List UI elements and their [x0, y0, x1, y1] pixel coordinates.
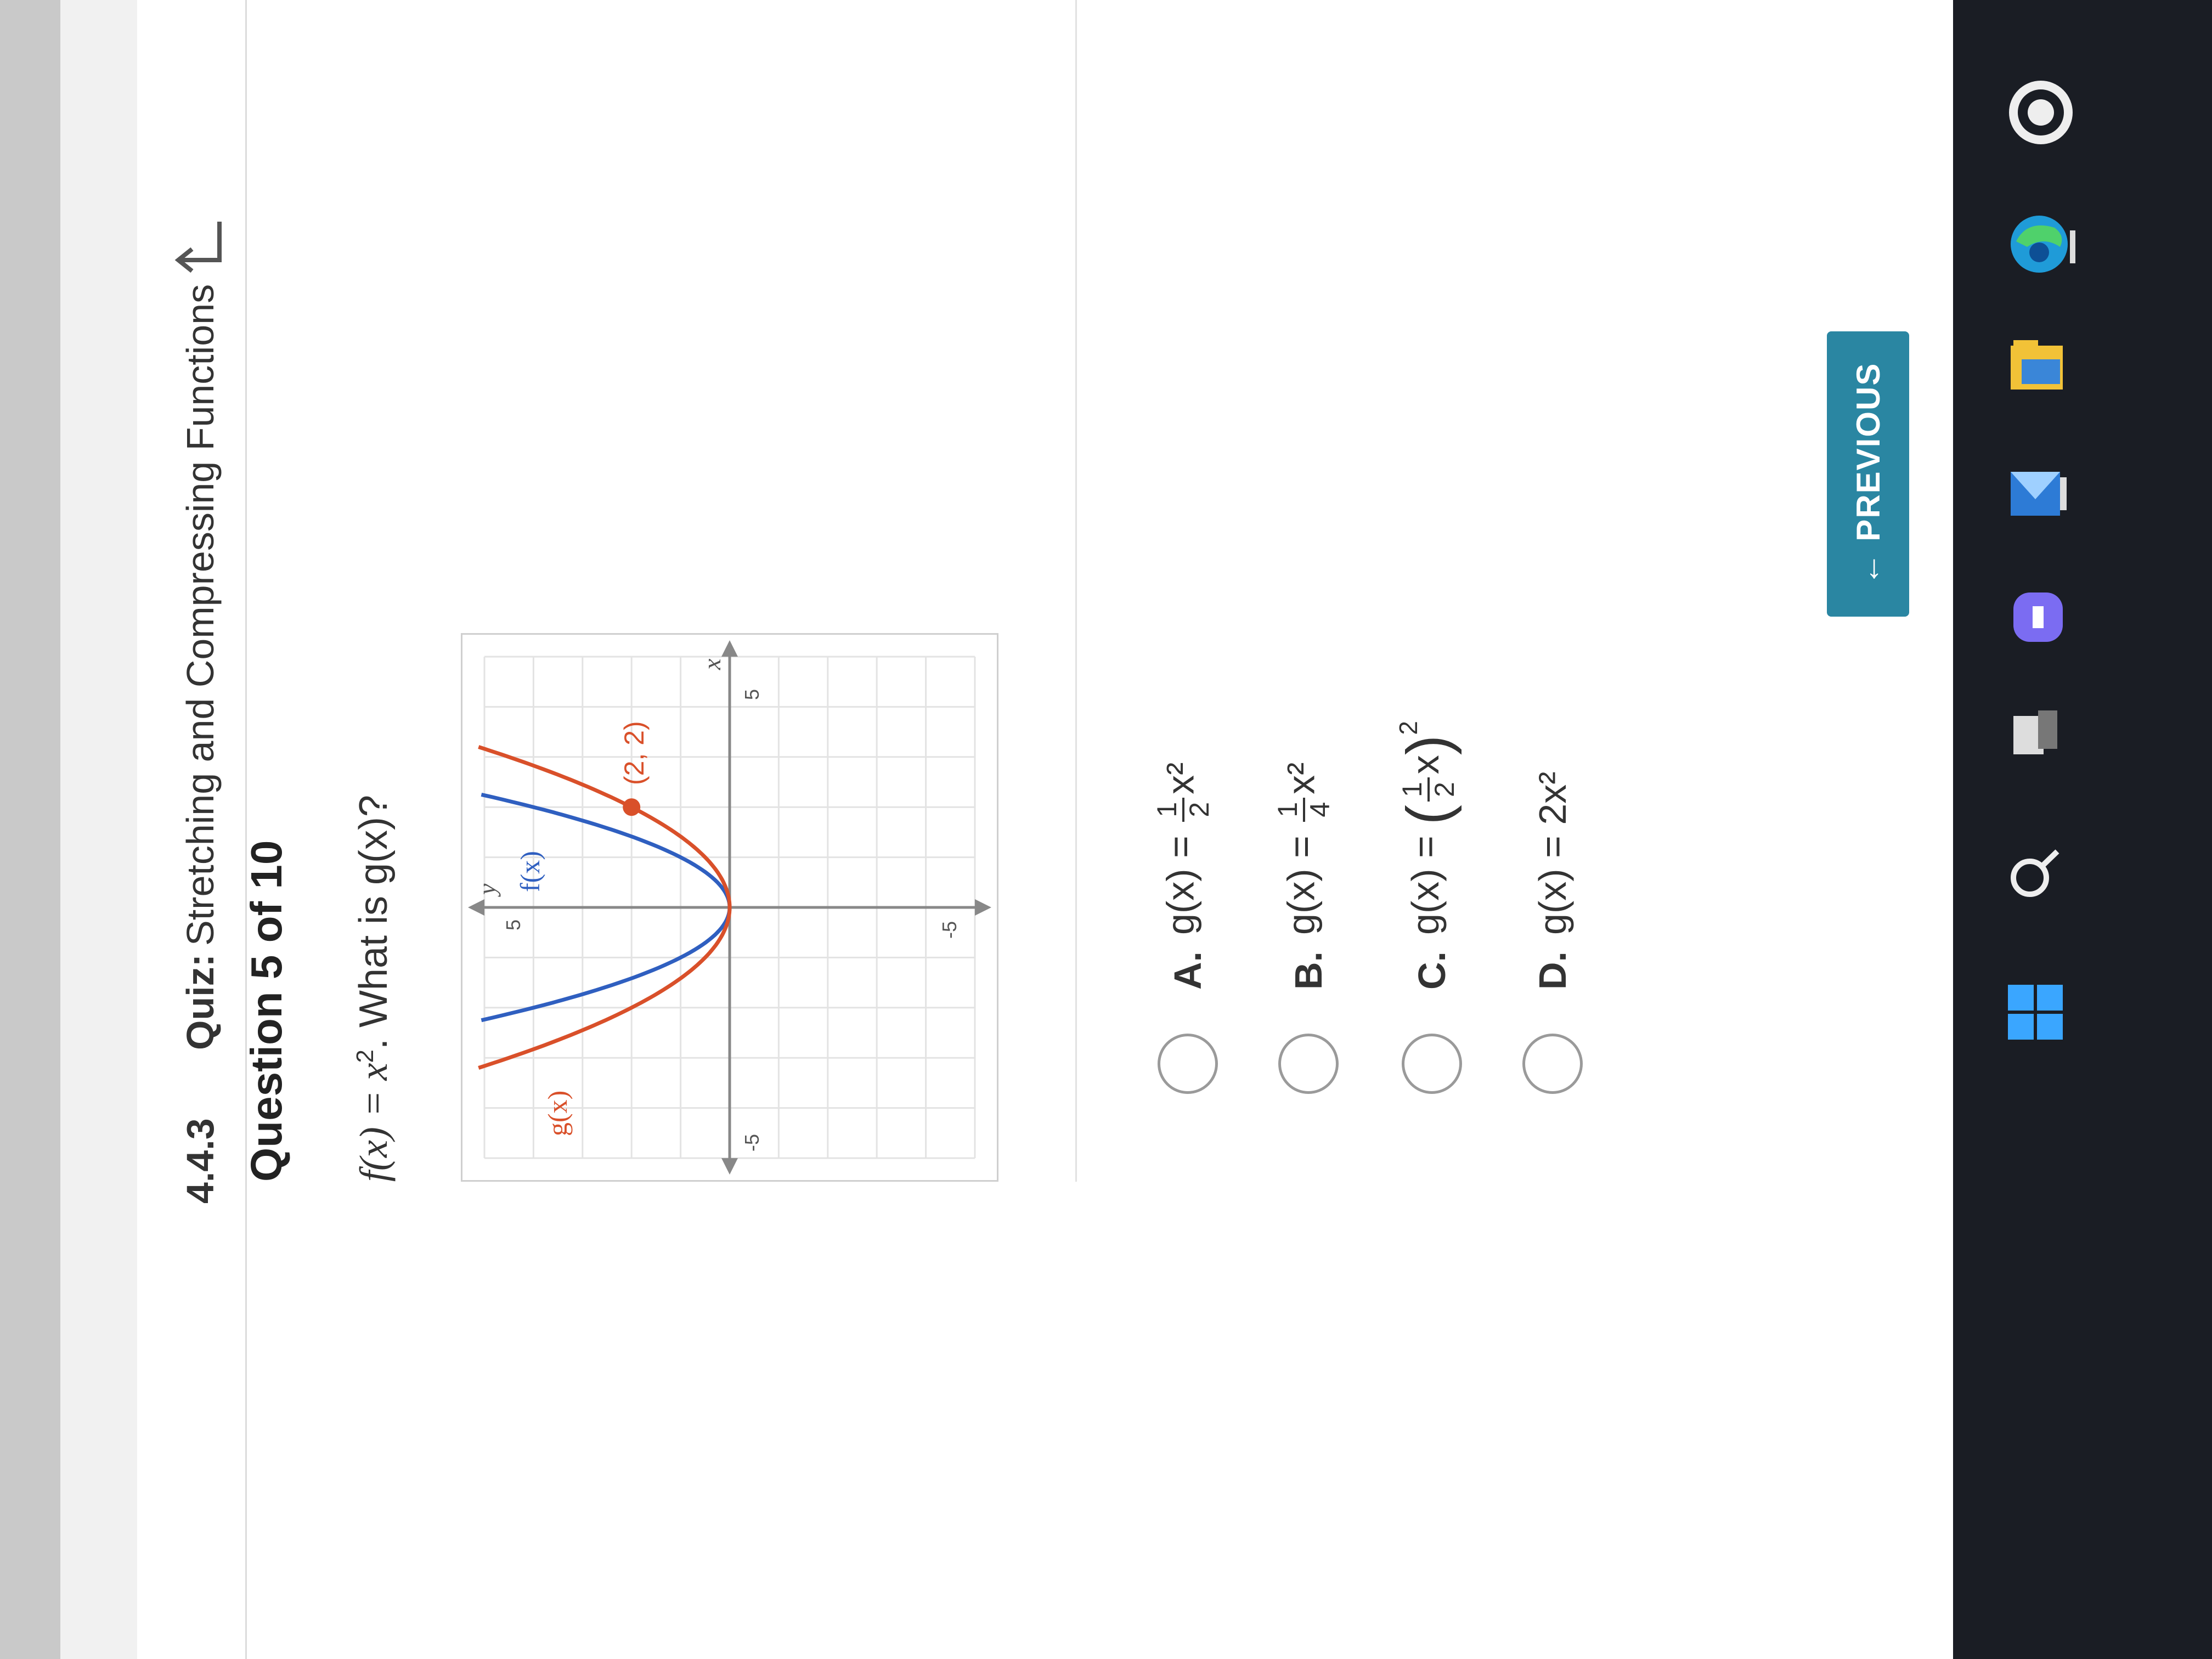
tick-label-y-neg5: -5: [938, 921, 961, 939]
choice-a-lhs: g(x) =: [1159, 825, 1202, 935]
previous-button[interactable]: ← PREVIOUS: [1827, 331, 1909, 617]
choice-b-rhs: x²: [1279, 762, 1323, 794]
point-2-2: [623, 798, 641, 816]
edge-browser-icon[interactable]: [2005, 208, 2076, 280]
choice-d-radio[interactable]: [1522, 1034, 1583, 1094]
choice-a-letter: A.: [1166, 951, 1209, 990]
choice-c-letter: C.: [1410, 951, 1453, 990]
app-ring-svg: [2009, 81, 2073, 144]
choice-b-lhs: g(x) =: [1279, 825, 1323, 935]
quiz-code: 4.4.3: [179, 1118, 222, 1204]
edge-icon-svg: [2011, 216, 2075, 273]
choice-b-equation: g(x) = 1 4 x²: [1272, 762, 1335, 935]
choice-c-den: 2: [1429, 782, 1460, 798]
graph-svg: y x g(x) f(x) (2, 2) -5 5 5 -5: [468, 640, 991, 1175]
taskbar: [1953, 0, 2212, 1659]
file-explorer-icon[interactable]: [2005, 335, 2071, 400]
section-divider: [1075, 0, 1077, 1182]
choice-b-den: 4: [1305, 802, 1335, 817]
question-number: Question 5 of 10: [242, 840, 291, 1182]
g-label: g(x): [542, 1091, 573, 1136]
quiz-label: Quiz:: [179, 954, 222, 1050]
tick-label-y-5: 5: [502, 919, 524, 930]
task-view-icon[interactable]: [2008, 708, 2063, 763]
tick-label-x-5: 5: [741, 689, 763, 700]
choice-a[interactable]: A. g(x) = 1 2 x²: [1141, 161, 1234, 1094]
y-axis-arrow-bottom: [975, 899, 991, 916]
choice-c-paren-close: ): [1395, 735, 1462, 755]
tick-label-x-neg5: -5: [741, 1134, 763, 1152]
choice-a-fraction: 12: [1152, 797, 1215, 822]
search-icon-svg: [2011, 849, 2059, 897]
choice-d[interactable]: D. g(x) = 2x²: [1509, 161, 1596, 1094]
back-arrow-icon[interactable]: [170, 211, 230, 276]
choice-d-letter: D.: [1531, 951, 1574, 990]
y-axis-arrow-top: [468, 899, 484, 916]
choice-c-lhs: g(x) =: [1403, 825, 1447, 935]
y-axis-label: y: [473, 883, 501, 897]
question-prompt: f(x) = x2. What is g(x)?: [351, 795, 397, 1182]
x-axis-arrow-right: [721, 640, 738, 657]
f-label: f(x): [515, 851, 545, 892]
prompt-exponent: 2: [352, 1049, 379, 1063]
choice-b-num: 1: [1272, 797, 1305, 822]
mail-icon-svg: [2011, 472, 2067, 516]
windows-start-icon[interactable]: [2005, 982, 2066, 1042]
chat-icon-svg: [2013, 592, 2063, 642]
chat-icon[interactable]: [2008, 587, 2068, 647]
quiz-title: Stretching and Compressing Functions: [179, 284, 222, 946]
choice-c-radio[interactable]: [1402, 1034, 1462, 1094]
prompt-f: f(x) = x: [352, 1063, 396, 1182]
choice-c-num: 1: [1397, 777, 1430, 802]
point-label: (2, 2): [619, 721, 650, 785]
choice-a-num: 1: [1152, 797, 1184, 822]
choice-a-rhs: x²: [1159, 762, 1202, 794]
app-icon-ring[interactable]: [2005, 77, 2076, 148]
page-root: 4.4.3 Quiz: Stretching and Compressing F…: [0, 0, 2212, 1659]
x-axis-label: x: [698, 658, 726, 670]
windows-logo-svg: [2008, 985, 2063, 1040]
choice-b-letter: B.: [1287, 951, 1330, 990]
x-axis-arrow-left: [721, 1158, 738, 1175]
function-graph: y x g(x) f(x) (2, 2) -5 5 5 -5: [461, 633, 998, 1182]
mail-icon[interactable]: [2005, 461, 2071, 527]
choice-a-equation: g(x) = 1 2 x²: [1152, 763, 1215, 935]
choice-d-equation: g(x) = 2x²: [1531, 771, 1574, 935]
choice-a-radio[interactable]: [1158, 1034, 1218, 1094]
search-icon[interactable]: [2005, 845, 2066, 905]
quiz-header: 4.4.3 Quiz: Stretching and Compressing F…: [137, 0, 247, 1659]
choice-b[interactable]: B. g(x) = 1 4 x²: [1262, 161, 1355, 1094]
choice-b-fraction: 14: [1272, 797, 1335, 822]
choice-b-radio[interactable]: [1278, 1034, 1339, 1094]
choice-c-exponent: 2: [1394, 720, 1423, 735]
task-view-svg: [2013, 710, 2057, 754]
choice-c-equation: g(x) = (1 2 x)2: [1393, 721, 1463, 935]
choice-c-fraction: 12: [1397, 777, 1460, 802]
choice-c-rhs: x: [1403, 755, 1447, 775]
choice-a-den: 2: [1184, 802, 1215, 817]
prompt-rest: . What is g(x)?: [352, 794, 396, 1050]
file-explorer-svg: [2011, 340, 2063, 390]
choice-c[interactable]: C. g(x) = (1 2 x)2: [1383, 161, 1481, 1094]
choice-c-paren-open: (: [1395, 805, 1462, 825]
quiz-page: 4.4.3 Quiz: Stretching and Compressing F…: [0, 0, 1931, 1659]
